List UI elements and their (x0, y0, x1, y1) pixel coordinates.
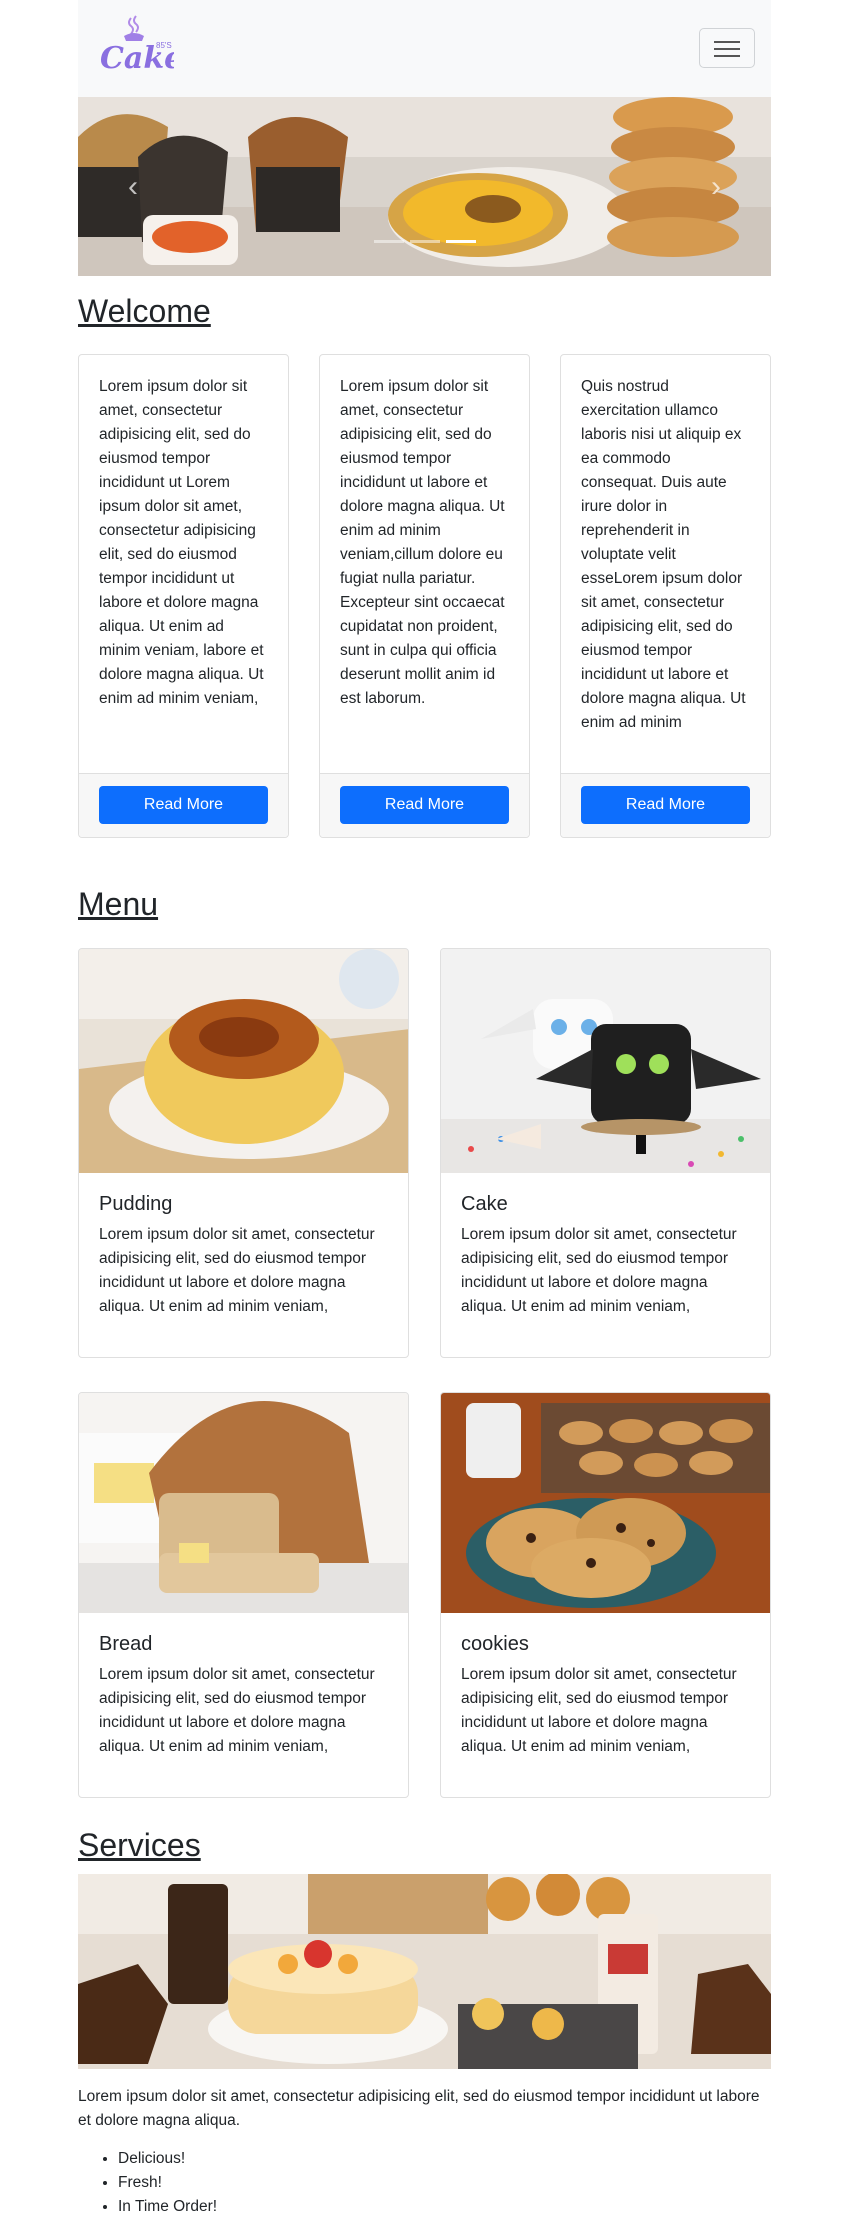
bread-image (79, 1393, 408, 1613)
menu-card-cookies: cookies Lorem ipsum dolor sit amet, cons… (440, 1392, 771, 1798)
logo-superscript: 85'S (156, 41, 172, 50)
services-pastry-image (78, 1874, 771, 2069)
chevron-right-icon: › (711, 170, 721, 203)
carousel-indicators (78, 227, 771, 251)
cookies-image (441, 1393, 770, 1613)
menu-card-bread: Bread Lorem ipsum dolor sit amet, consec… (78, 1392, 409, 1798)
menu-card-title: Cake (461, 1193, 508, 1215)
chevron-left-icon: ‹ (128, 170, 138, 203)
services-list-item: In Time Order! (118, 2195, 217, 2219)
menu-card-title: Pudding (99, 1193, 173, 1215)
services-image (78, 1874, 771, 2069)
hamburger-icon-line (714, 55, 740, 57)
services-list-item: Delicious! (118, 2147, 217, 2171)
welcome-card-text: Lorem ipsum dolor sit amet, consectetur … (99, 378, 264, 707)
hero-carousel: ‹ › (78, 97, 771, 276)
welcome-card: Lorem ipsum dolor sit amet, consectetur … (319, 354, 530, 838)
welcome-card-footer: Read More (79, 773, 288, 837)
menu-card-pudding: Pudding Lorem ipsum dolor sit amet, cons… (78, 948, 409, 1358)
services-heading: Services (78, 1827, 201, 1863)
welcome-card-footer: Read More (561, 773, 770, 837)
carousel-indicator-2[interactable] (409, 240, 440, 243)
welcome-card: Quis nostrud exercitation ullamco labori… (560, 354, 771, 838)
carousel-prev-button[interactable]: ‹ (113, 167, 153, 207)
carousel-indicator-3[interactable] (445, 240, 476, 243)
welcome-card-text: Lorem ipsum dolor sit amet, consectetur … (340, 378, 505, 707)
services-text: Lorem ipsum dolor sit amet, consectetur … (78, 2088, 760, 2129)
menu-card-title: Bread (99, 1633, 153, 1655)
menu-card-cake: Cake Lorem ipsum dolor sit amet, consect… (440, 948, 771, 1358)
services-list-item: Fresh! (118, 2171, 217, 2195)
welcome-card: Lorem ipsum dolor sit amet, consectetur … (78, 354, 289, 838)
cake-image (441, 949, 770, 1173)
navbar-toggler-button[interactable] (699, 28, 755, 68)
cake-logo-icon: Cakes 85'S (100, 15, 200, 76)
menu-card-text: Lorem ipsum dolor sit amet, consectetur … (461, 1226, 737, 1315)
read-more-button[interactable]: Read More (99, 786, 268, 824)
services-list: Delicious! Fresh! In Time Order! (118, 2147, 217, 2219)
welcome-card-text: Quis nostrud exercitation ullamco labori… (581, 378, 746, 731)
navbar: Cakes 85'S (78, 0, 771, 97)
menu-card-text: Lorem ipsum dolor sit amet, consectetur … (99, 1226, 375, 1315)
pudding-image (79, 949, 408, 1173)
hamburger-icon-line (714, 48, 740, 50)
welcome-heading: Welcome (78, 293, 211, 329)
brand-logo[interactable]: Cakes 85'S (98, 14, 200, 78)
read-more-button[interactable]: Read More (340, 786, 509, 824)
welcome-card-footer: Read More (320, 773, 529, 837)
hamburger-icon (714, 41, 740, 43)
carousel-next-button[interactable]: › (696, 167, 736, 207)
carousel-indicator-1[interactable] (373, 240, 404, 243)
menu-heading: Menu (78, 886, 159, 922)
menu-card-text: Lorem ipsum dolor sit amet, consectetur … (461, 1666, 737, 1755)
read-more-button[interactable]: Read More (581, 786, 750, 824)
menu-card-text: Lorem ipsum dolor sit amet, consectetur … (99, 1666, 375, 1755)
menu-card-title: cookies (461, 1633, 529, 1655)
